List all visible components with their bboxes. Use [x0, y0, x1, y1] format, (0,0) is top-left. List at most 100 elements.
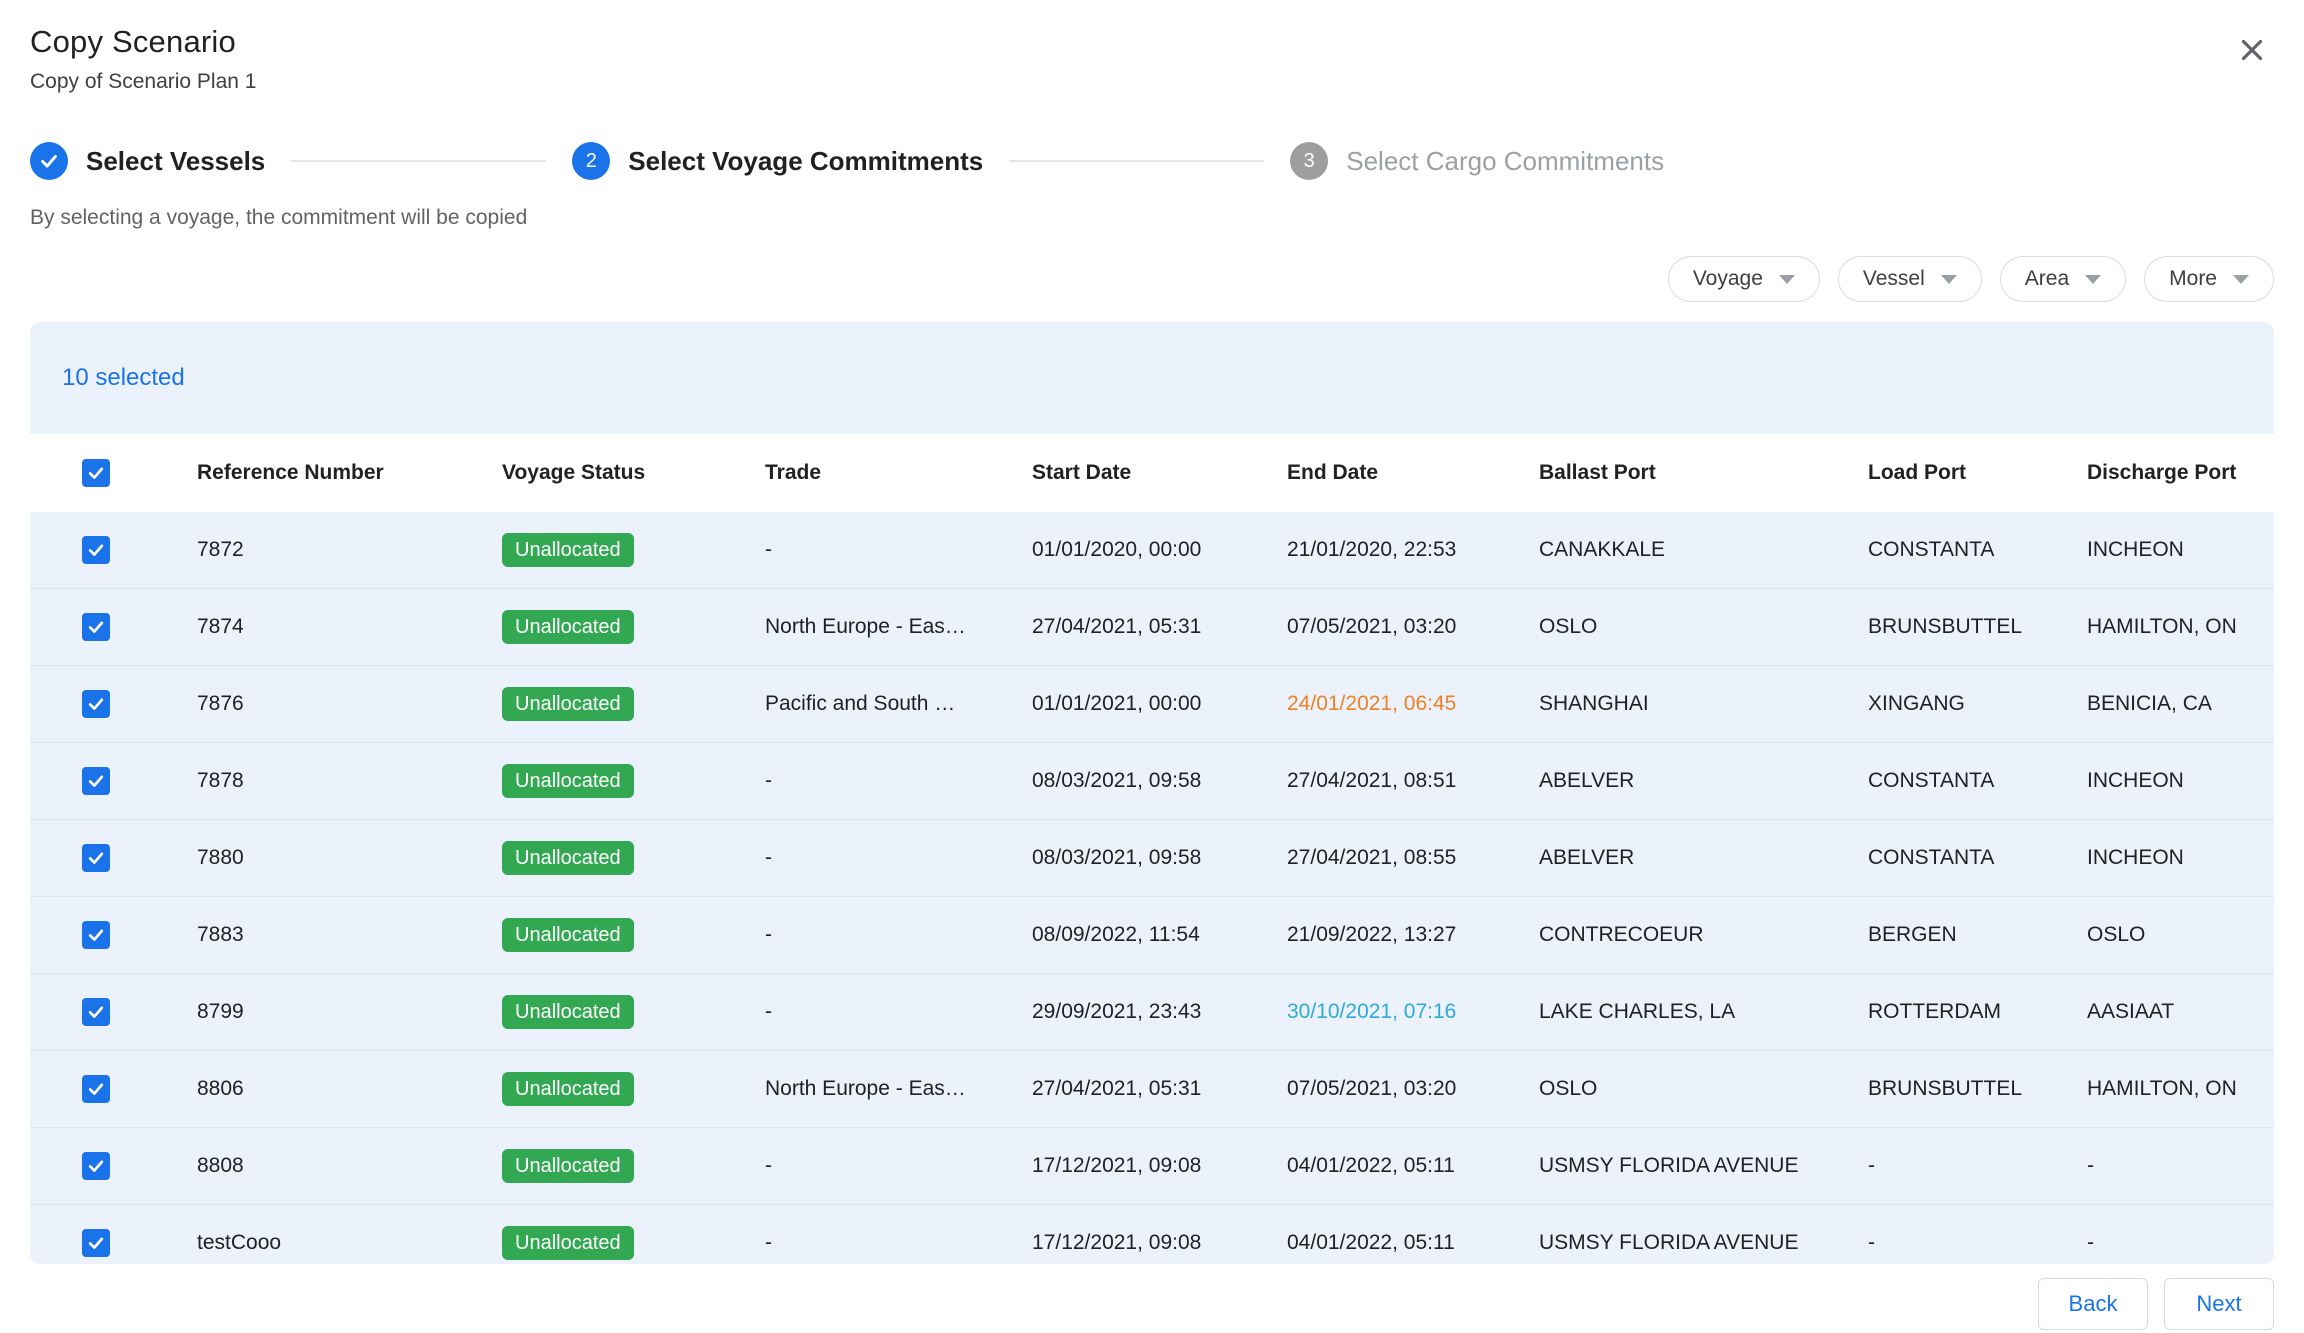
row-checkbox-cell — [30, 1229, 167, 1257]
voyage-status-cell: Unallocated — [472, 610, 735, 644]
row-checkbox[interactable] — [82, 998, 110, 1026]
chevron-down-icon — [2233, 275, 2249, 284]
next-button[interactable]: Next — [2164, 1278, 2274, 1330]
reference-number-cell: 7880 — [167, 846, 472, 870]
row-checkbox-cell — [30, 690, 167, 718]
row-checkbox-cell — [30, 767, 167, 795]
ballast-port-cell: ABELVER — [1509, 769, 1838, 793]
voyage-filter-label: Voyage — [1693, 267, 1763, 291]
voyage-filter-button[interactable]: Voyage — [1668, 256, 1820, 302]
column-header-start-date: Start Date — [1002, 461, 1257, 485]
wizard-stepper: Select Vessels 2 Select Voyage Commitmen… — [30, 142, 2274, 180]
row-checkbox-cell — [30, 613, 167, 641]
step-3-number: 3 — [1290, 142, 1328, 180]
step-2-label: Select Voyage Commitments — [628, 146, 983, 177]
ballast-port-cell: SHANGHAI — [1509, 692, 1838, 716]
discharge-port-cell: OSLO — [2057, 923, 2274, 947]
more-filter-label: More — [2169, 267, 2217, 291]
discharge-port-cell: HAMILTON, ON — [2057, 615, 2274, 639]
voyage-status-cell: Unallocated — [472, 1072, 735, 1106]
start-date-cell: 01/01/2020, 00:00 — [1002, 538, 1257, 562]
step-3-label: Select Cargo Commitments — [1346, 146, 1664, 177]
start-date-cell: 27/04/2021, 05:31 — [1002, 1077, 1257, 1101]
selection-hint: By selecting a voyage, the commitment wi… — [30, 206, 2274, 230]
column-header-voyage-status: Voyage Status — [472, 461, 735, 485]
load-port-cell: BRUNSBUTTEL — [1838, 615, 2057, 639]
end-date-cell: 21/01/2020, 22:53 — [1257, 538, 1509, 562]
area-filter-button[interactable]: Area — [2000, 256, 2126, 302]
area-filter-label: Area — [2025, 267, 2069, 291]
status-badge: Unallocated — [502, 610, 634, 644]
row-checkbox-cell — [30, 1075, 167, 1103]
row-checkbox-cell — [30, 998, 167, 1026]
start-date-cell: 01/01/2021, 00:00 — [1002, 692, 1257, 716]
dialog-footer: Back Next — [30, 1278, 2274, 1330]
row-checkbox[interactable] — [82, 1229, 110, 1257]
step-select-cargo-commitments[interactable]: 3 Select Cargo Commitments — [1290, 142, 1664, 180]
end-date-cell: 04/01/2022, 05:11 — [1257, 1231, 1509, 1255]
discharge-port-cell: BENICIA, CA — [2057, 692, 2274, 716]
trade-cell: - — [735, 1231, 1002, 1255]
load-port-cell: CONSTANTA — [1838, 769, 2057, 793]
ballast-port-cell: OSLO — [1509, 1077, 1838, 1101]
ballast-port-cell: OSLO — [1509, 615, 1838, 639]
discharge-port-cell: INCHEON — [2057, 538, 2274, 562]
reference-number-cell: 7878 — [167, 769, 472, 793]
status-badge: Unallocated — [502, 764, 634, 798]
discharge-port-cell: INCHEON — [2057, 846, 2274, 870]
row-checkbox[interactable] — [82, 613, 110, 641]
vessel-filter-button[interactable]: Vessel — [1838, 256, 1982, 302]
start-date-cell: 08/03/2021, 09:58 — [1002, 769, 1257, 793]
load-port-cell: BERGEN — [1838, 923, 2057, 947]
column-header-load-port: Load Port — [1838, 461, 2057, 485]
vessel-filter-label: Vessel — [1863, 267, 1925, 291]
row-checkbox[interactable] — [82, 690, 110, 718]
row-checkbox[interactable] — [82, 1152, 110, 1180]
row-checkbox-cell — [30, 921, 167, 949]
discharge-port-cell: HAMILTON, ON — [2057, 1077, 2274, 1101]
row-checkbox[interactable] — [82, 1075, 110, 1103]
row-checkbox-cell — [30, 536, 167, 564]
step-select-vessels[interactable]: Select Vessels — [30, 142, 265, 180]
end-date-cell: 30/10/2021, 07:16 — [1257, 1000, 1509, 1024]
step-select-voyage-commitments[interactable]: 2 Select Voyage Commitments — [572, 142, 983, 180]
header-checkbox-cell — [30, 459, 167, 487]
column-header-trade: Trade — [735, 461, 1002, 485]
status-badge: Unallocated — [502, 687, 634, 721]
stepper-connector — [1009, 160, 1264, 162]
row-checkbox[interactable] — [82, 767, 110, 795]
discharge-port-cell: - — [2057, 1231, 2274, 1255]
reference-number-cell: 7876 — [167, 692, 472, 716]
select-all-checkbox[interactable] — [82, 459, 110, 487]
status-badge: Unallocated — [502, 841, 634, 875]
row-checkbox[interactable] — [82, 921, 110, 949]
trade-cell: - — [735, 538, 1002, 562]
close-icon[interactable] — [2230, 28, 2274, 72]
load-port-cell: CONSTANTA — [1838, 846, 2057, 870]
voyage-status-cell: Unallocated — [472, 1149, 735, 1183]
trade-cell: - — [735, 1154, 1002, 1178]
end-date-cell: 07/05/2021, 03:20 — [1257, 615, 1509, 639]
row-checkbox[interactable] — [82, 844, 110, 872]
load-port-cell: ROTTERDAM — [1838, 1000, 2057, 1024]
voyage-status-cell: Unallocated — [472, 1226, 735, 1260]
table-row: 7878 Unallocated - 08/03/2021, 09:58 27/… — [30, 743, 2274, 820]
chevron-down-icon — [1779, 275, 1795, 284]
end-date-cell: 21/09/2022, 13:27 — [1257, 923, 1509, 947]
voyage-status-cell: Unallocated — [472, 764, 735, 798]
trade-cell: - — [735, 923, 1002, 947]
more-filter-button[interactable]: More — [2144, 256, 2274, 302]
dialog-header: Copy Scenario Copy of Scenario Plan 1 — [30, 0, 2274, 94]
end-date-cell: 04/01/2022, 05:11 — [1257, 1154, 1509, 1178]
table-row: 8806 Unallocated North Europe - Eas… 27/… — [30, 1051, 2274, 1128]
back-button[interactable]: Back — [2038, 1278, 2148, 1330]
discharge-port-cell: - — [2057, 1154, 2274, 1178]
trade-cell: - — [735, 846, 1002, 870]
trade-cell: North Europe - Eas… — [735, 1077, 1002, 1101]
trade-cell: North Europe - Eas… — [735, 615, 1002, 639]
row-checkbox[interactable] — [82, 536, 110, 564]
start-date-cell: 17/12/2021, 09:08 — [1002, 1154, 1257, 1178]
reference-number-cell: 8808 — [167, 1154, 472, 1178]
table-row: 7872 Unallocated - 01/01/2020, 00:00 21/… — [30, 512, 2274, 589]
column-header-discharge-port: Discharge Port — [2057, 461, 2274, 485]
